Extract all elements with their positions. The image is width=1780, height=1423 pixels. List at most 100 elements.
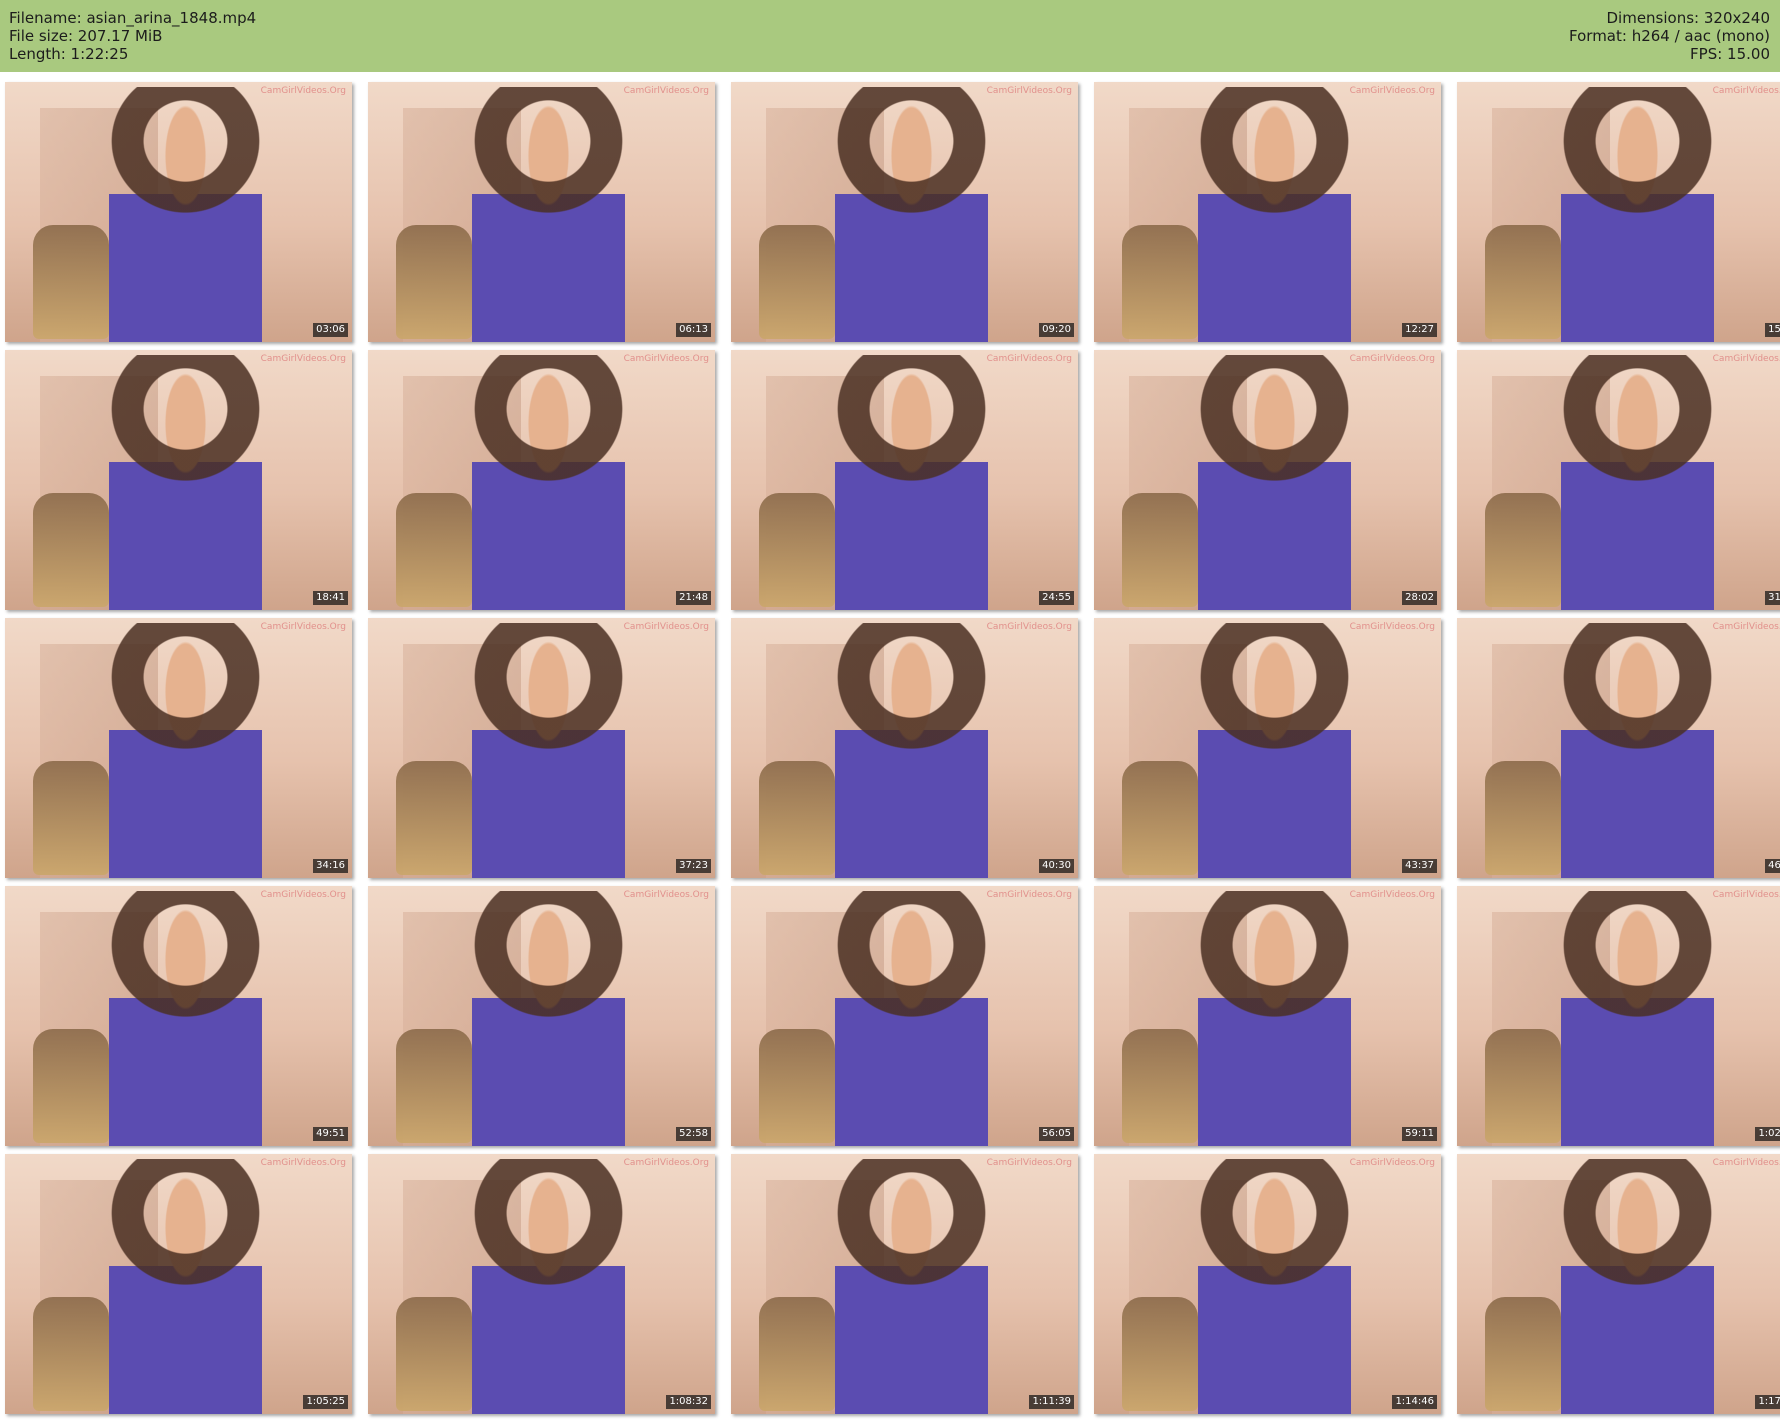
video-thumbnail[interactable]: CamGirlVideos.Org 1:14:46 <box>1094 1154 1441 1414</box>
video-thumbnail[interactable]: CamGirlVideos.Org 31:09 <box>1457 350 1780 610</box>
hair-shape <box>465 1159 632 1295</box>
hair-shape <box>1191 355 1358 491</box>
timestamp-label: 03:06 <box>313 323 348 337</box>
watermark-text: CamGirlVideos.Org <box>1712 622 1780 632</box>
timestamp-label: 1:11:39 <box>1029 1395 1074 1409</box>
video-thumbnail[interactable]: CamGirlVideos.Org 40:30 <box>731 618 1078 878</box>
chair-shape <box>1121 493 1199 608</box>
chair-shape <box>395 493 473 608</box>
video-thumbnail[interactable]: CamGirlVideos.Org 15:34 <box>1457 82 1780 342</box>
watermark-text: CamGirlVideos.Org <box>986 86 1072 96</box>
timestamp-label: 59:11 <box>1402 1127 1437 1141</box>
video-thumbnail[interactable]: CamGirlVideos.Org 46:44 <box>1457 618 1780 878</box>
watermark-text: CamGirlVideos.Org <box>1349 890 1435 900</box>
chair-shape <box>1121 1029 1199 1144</box>
timestamp-label: 1:05:25 <box>303 1395 348 1409</box>
watermark-text: CamGirlVideos.Org <box>986 1158 1072 1168</box>
video-thumbnail[interactable]: CamGirlVideos.Org 1:05:25 <box>5 1154 352 1414</box>
video-thumbnail[interactable]: CamGirlVideos.Org 59:11 <box>1094 886 1441 1146</box>
info-header: Filename: asian_arina_1848.mp4 File size… <box>0 0 1780 72</box>
chair-shape <box>32 493 110 608</box>
video-thumbnail[interactable]: CamGirlVideos.Org 21:48 <box>368 350 715 610</box>
chair-shape <box>395 225 473 340</box>
watermark-text: CamGirlVideos.Org <box>260 86 346 96</box>
video-thumbnail[interactable]: CamGirlVideos.Org 52:58 <box>368 886 715 1146</box>
hair-shape <box>102 87 269 223</box>
chair-shape <box>758 761 836 876</box>
video-thumbnail[interactable]: CamGirlVideos.Org 1:17:53 <box>1457 1154 1780 1414</box>
hair-shape <box>828 891 995 1027</box>
timestamp-label: 49:51 <box>313 1127 348 1141</box>
hair-shape <box>1554 891 1721 1027</box>
hair-shape <box>1554 1159 1721 1295</box>
watermark-text: CamGirlVideos.Org <box>1349 1158 1435 1168</box>
hair-shape <box>1554 623 1721 759</box>
hair-shape <box>1554 87 1721 223</box>
fps-text: FPS: 15.00 <box>1690 45 1770 63</box>
watermark-text: CamGirlVideos.Org <box>1712 354 1780 364</box>
video-thumbnail[interactable]: CamGirlVideos.Org 37:23 <box>368 618 715 878</box>
watermark-text: CamGirlVideos.Org <box>623 622 709 632</box>
chair-shape <box>395 1029 473 1144</box>
format-text: Format: h264 / aac (mono) <box>1569 27 1770 45</box>
chair-shape <box>32 1029 110 1144</box>
length-text: Length: 1:22:25 <box>9 45 129 63</box>
video-thumbnail[interactable]: CamGirlVideos.Org 56:05 <box>731 886 1078 1146</box>
hair-shape <box>1191 623 1358 759</box>
watermark-text: CamGirlVideos.Org <box>623 354 709 364</box>
timestamp-label: 56:05 <box>1039 1127 1074 1141</box>
video-thumbnail[interactable]: CamGirlVideos.Org 03:06 <box>5 82 352 342</box>
video-thumbnail[interactable]: CamGirlVideos.Org 1:08:32 <box>368 1154 715 1414</box>
video-thumbnail[interactable]: CamGirlVideos.Org 1:02:18 <box>1457 886 1780 1146</box>
video-thumbnail[interactable]: CamGirlVideos.Org 18:41 <box>5 350 352 610</box>
hair-shape <box>465 87 632 223</box>
video-thumbnail[interactable]: CamGirlVideos.Org 12:27 <box>1094 82 1441 342</box>
file-info: Filename: asian_arina_1848.mp4 File size… <box>9 9 256 63</box>
chair-shape <box>32 761 110 876</box>
chair-shape <box>758 1029 836 1144</box>
timestamp-label: 24:55 <box>1039 591 1074 605</box>
watermark-text: CamGirlVideos.Org <box>1349 354 1435 364</box>
video-thumbnail[interactable]: CamGirlVideos.Org 1:11:39 <box>731 1154 1078 1414</box>
hair-shape <box>1191 87 1358 223</box>
chair-shape <box>1121 1297 1199 1412</box>
watermark-text: CamGirlVideos.Org <box>623 86 709 96</box>
hair-shape <box>102 891 269 1027</box>
timestamp-label: 1:14:46 <box>1392 1395 1437 1409</box>
hair-shape <box>102 1159 269 1295</box>
timestamp-label: 37:23 <box>676 859 711 873</box>
video-thumbnail[interactable]: CamGirlVideos.Org 28:02 <box>1094 350 1441 610</box>
watermark-text: CamGirlVideos.Org <box>260 622 346 632</box>
media-info: Dimensions: 320x240 Format: h264 / aac (… <box>1569 9 1770 63</box>
timestamp-label: 18:41 <box>313 591 348 605</box>
hair-shape <box>828 355 995 491</box>
video-thumbnail[interactable]: CamGirlVideos.Org 24:55 <box>731 350 1078 610</box>
chair-shape <box>758 1297 836 1412</box>
video-thumbnail[interactable]: CamGirlVideos.Org 43:37 <box>1094 618 1441 878</box>
watermark-text: CamGirlVideos.Org <box>260 890 346 900</box>
timestamp-label: 15:34 <box>1765 323 1780 337</box>
dimensions-text: Dimensions: 320x240 <box>1606 9 1770 27</box>
timestamp-label: 06:13 <box>676 323 711 337</box>
video-thumbnail[interactable]: CamGirlVideos.Org 06:13 <box>368 82 715 342</box>
timestamp-label: 31:09 <box>1765 591 1780 605</box>
chair-shape <box>758 225 836 340</box>
watermark-text: CamGirlVideos.Org <box>1712 86 1780 96</box>
thumbnail-grid: CamGirlVideos.Org 03:06 CamGirlVideos.Org 0… <box>0 77 1780 1419</box>
chair-shape <box>395 761 473 876</box>
video-thumbnail[interactable]: CamGirlVideos.Org 34:16 <box>5 618 352 878</box>
hair-shape <box>465 355 632 491</box>
hair-shape <box>828 87 995 223</box>
chair-shape <box>1121 225 1199 340</box>
watermark-text: CamGirlVideos.Org <box>260 354 346 364</box>
watermark-text: CamGirlVideos.Org <box>986 622 1072 632</box>
hair-shape <box>465 891 632 1027</box>
timestamp-label: 12:27 <box>1402 323 1437 337</box>
timestamp-label: 40:30 <box>1039 859 1074 873</box>
video-thumbnail[interactable]: CamGirlVideos.Org 49:51 <box>5 886 352 1146</box>
timestamp-label: 1:08:32 <box>666 1395 711 1409</box>
video-thumbnail[interactable]: CamGirlVideos.Org 09:20 <box>731 82 1078 342</box>
watermark-text: CamGirlVideos.Org <box>1712 890 1780 900</box>
hair-shape <box>102 355 269 491</box>
chair-shape <box>395 1297 473 1412</box>
